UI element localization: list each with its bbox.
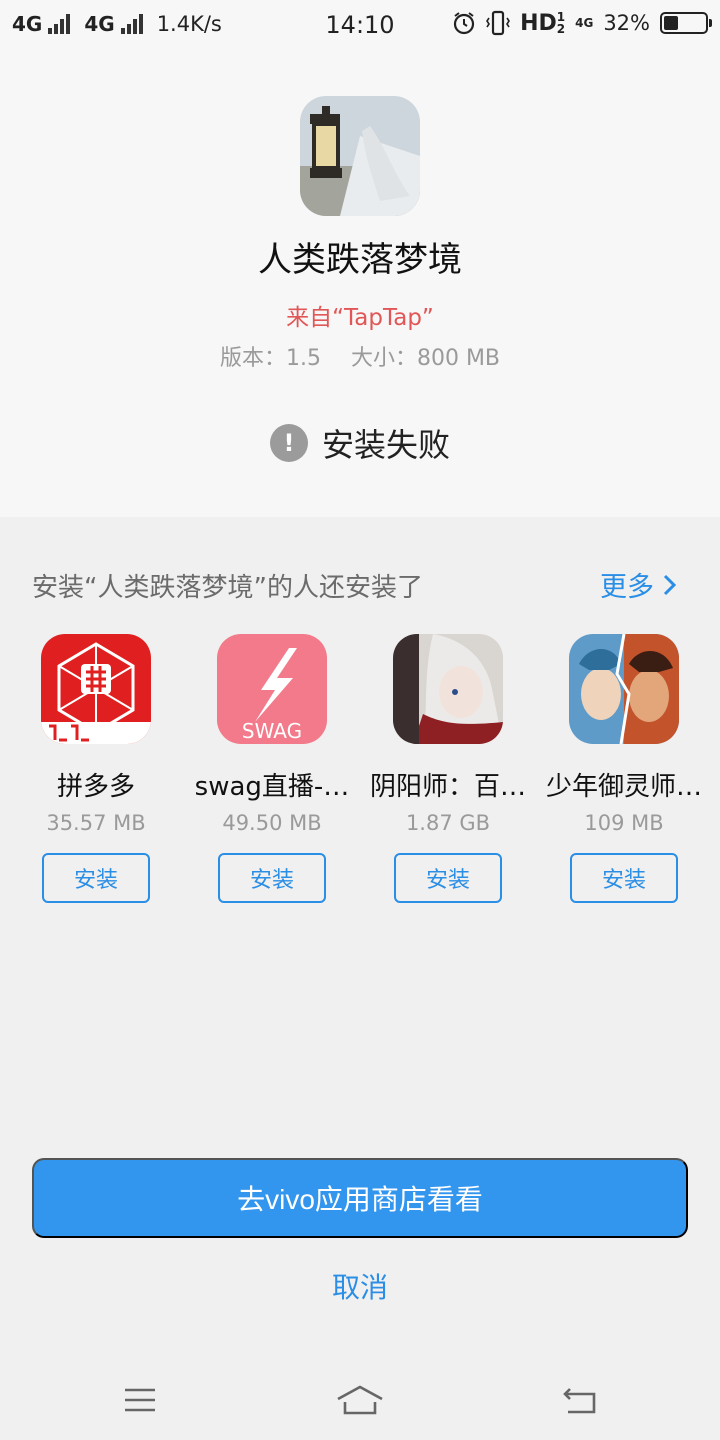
recommendation-header: 安装“人类跌落梦境”的人还安装了 (32, 573, 423, 603)
status-right: HD 1 2 4G 32% (452, 9, 712, 36)
rec-size: 1.87 GB (405, 811, 491, 835)
more-label: 更多 (600, 572, 654, 603)
game-lantern-icon (300, 96, 420, 216)
rec-item-pinduoduo[interactable]: 拼多多 35.57 MB 安装 (8, 634, 184, 903)
pinduoduo-icon (41, 634, 151, 744)
rec-size: 49.50 MB (222, 811, 322, 835)
rec-item-onmyoji[interactable]: 阴阳师：百… 1.87 GB 安装 (360, 634, 536, 903)
install-button[interactable]: 安装 (570, 853, 678, 903)
rec-size: 35.57 MB (46, 811, 146, 835)
swag-icon-text: SWAG (242, 719, 302, 743)
app-title: 人类跌落梦境 (258, 240, 462, 280)
install-status-text: 安装失败 (321, 426, 450, 464)
menu-icon[interactable] (116, 1380, 164, 1420)
rec-size: 109 MB (584, 811, 664, 835)
status-bar: 4G 4G 1.4K/s 14:10 HD 1 2 4G 32% (0, 0, 720, 50)
install-status: ! 安装失败 (0, 420, 720, 466)
rec-name: 拼多多 (56, 772, 135, 802)
install-button[interactable]: 安装 (42, 853, 150, 903)
cancel-button[interactable]: 取消 (0, 1266, 720, 1306)
hd-indicator: HD 1 2 (520, 9, 566, 36)
network-4g-icon: 4G (575, 16, 594, 30)
battery-icon (660, 12, 712, 34)
app-size: 大小：800 MB (350, 346, 501, 371)
app-info-section: 人类跌落梦境 来自“TapTap” 版本：1.5 大小：800 MB ! 安装失败 (0, 50, 720, 517)
alarm-icon (453, 12, 475, 35)
rec-item-spirit-master[interactable]: 少年御灵师… 109 MB 安装 (536, 634, 712, 903)
back-icon[interactable] (556, 1380, 604, 1420)
install-button[interactable]: 安装 (394, 853, 502, 903)
spirit-master-icon (569, 634, 679, 744)
onmyoji-icon (393, 634, 503, 744)
vibrate-icon (486, 10, 511, 36)
more-link[interactable]: 更多 (600, 565, 678, 604)
rec-name: 阴阳师：百… (369, 772, 526, 802)
rec-name: 少年御灵师… (545, 772, 702, 802)
open-store-button[interactable]: 去vivo应用商店看看 (32, 1158, 688, 1238)
home-icon[interactable] (334, 1380, 386, 1420)
battery-fill (664, 16, 679, 30)
app-meta: 版本：1.5 大小：800 MB (0, 340, 720, 372)
rec-name: swag直播-… (194, 772, 350, 802)
recommendation-list: 拼多多 35.57 MB 安装 SWAG swag直播-… 49.50 MB 安… (8, 634, 712, 903)
app-source: 来自“TapTap” (286, 305, 434, 331)
chevron-right-icon (663, 574, 677, 595)
install-button[interactable]: 安装 (218, 853, 326, 903)
rec-item-swag[interactable]: SWAG swag直播-… 49.50 MB 安装 (184, 634, 360, 903)
battery-percent: 32% (603, 11, 650, 35)
nav-bar (0, 1360, 720, 1440)
swag-icon: SWAG (217, 634, 327, 744)
exclamation-icon: ! (269, 424, 308, 462)
app-version: 版本：1.5 (219, 346, 321, 371)
